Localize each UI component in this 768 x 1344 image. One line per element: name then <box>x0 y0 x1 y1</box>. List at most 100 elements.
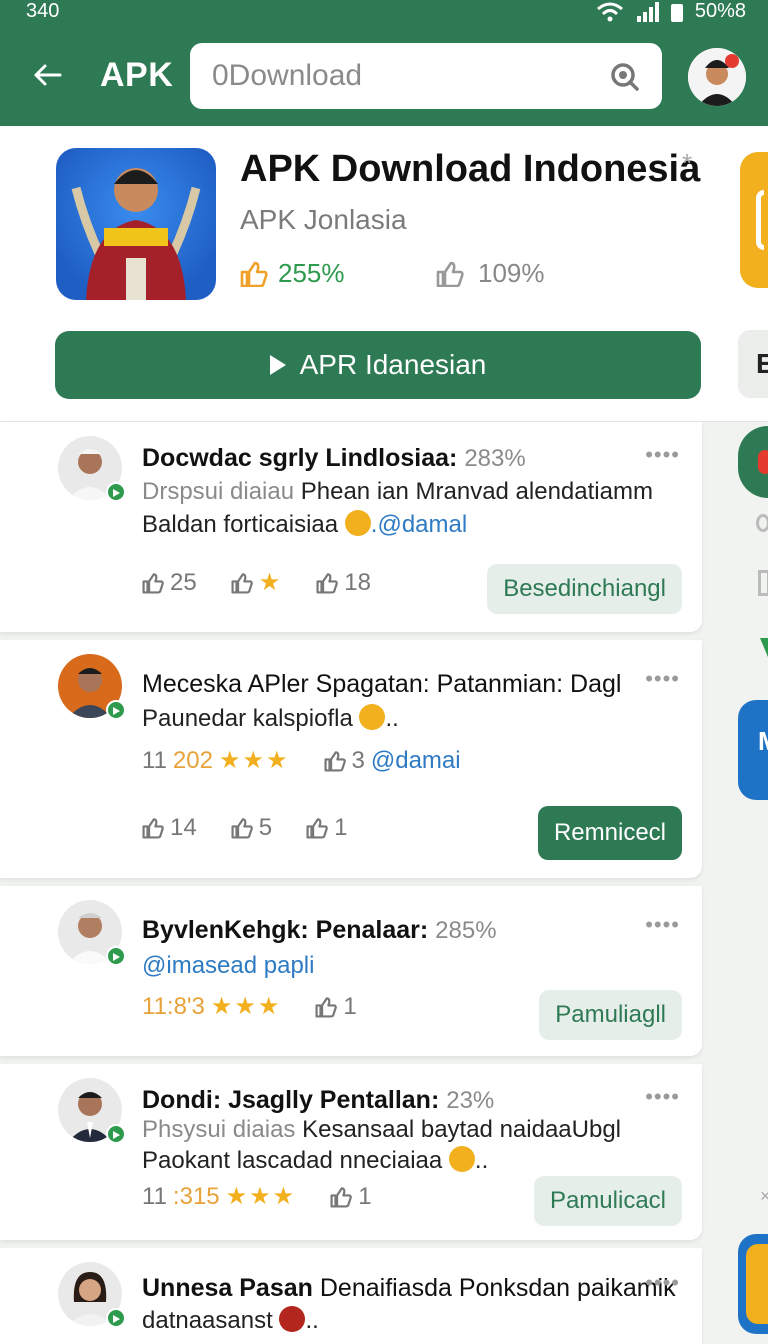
battery-icon <box>670 3 683 22</box>
star-rating-icons: ★★★ <box>210 993 282 1020</box>
star-rating-icons: ★★★ <box>225 1183 297 1210</box>
review-percent: 285% <box>435 917 497 944</box>
verified-badge-icon <box>106 700 126 720</box>
review-action-button[interactable]: Besedinchiangl <box>487 564 682 614</box>
reviewer-name: Dondi: Jsaglly Pentallan: <box>142 1086 440 1114</box>
emoji-icon <box>344 510 371 536</box>
more-options-icon[interactable]: •••• <box>645 1084 680 1110</box>
more-options-icon[interactable]: •••• <box>645 442 680 468</box>
dislike-reaction[interactable]: 18 <box>316 569 371 597</box>
review-action-button[interactable]: Pamuliagll <box>539 990 682 1040</box>
app-info-card: APK Download Indonesia * APK Jonlasia 25… <box>0 126 768 422</box>
thumbs-up-icon <box>306 818 328 839</box>
review-card: Meceska APler Spagatan: Patanmian: Dagl … <box>0 640 702 878</box>
rating-number: 11:8'3 ★★★ <box>142 992 282 1021</box>
peek-app-icon-blue-yellow[interactable] <box>738 1234 768 1334</box>
thumbs-up-icon <box>142 818 164 839</box>
review-header: Unnesa Pasan Denaifiasda Ponksdan paikam… <box>142 1274 676 1303</box>
review-percent: 283% <box>464 445 526 472</box>
status-icons: 50%8 <box>595 0 746 23</box>
peek-app-icon-yellow[interactable] <box>740 152 768 288</box>
reviewer-avatar[interactable] <box>58 900 126 966</box>
star-reaction[interactable]: ★ <box>231 568 283 597</box>
emoji-icon <box>279 1306 306 1332</box>
thumbs-up-outline-icon <box>436 261 464 287</box>
dislike-reaction[interactable]: 1 <box>315 993 357 1021</box>
review-rating-row: 11 202 ★★★ 3 @damai <box>142 746 461 775</box>
dislike-percent: 109% <box>478 258 545 288</box>
more-options-icon[interactable]: •••• <box>645 666 680 692</box>
profile-avatar[interactable] <box>688 48 746 106</box>
emoji-icon <box>359 704 386 730</box>
wifi-icon <box>596 2 623 21</box>
review-action-button[interactable]: Remnicecl <box>537 806 682 860</box>
search-input[interactable] <box>212 59 608 93</box>
review-header: ByvlenKehgk: Penalaar: 285% <box>142 916 497 945</box>
back-arrow-icon[interactable] <box>30 58 64 92</box>
review-header: Meceska APler Spagatan: Patanmian: Dagl <box>142 670 621 699</box>
reviewer-avatar[interactable] <box>58 436 126 502</box>
review-reactions: 25 ★ 18 <box>142 568 371 597</box>
mid-reaction[interactable]: 5 <box>231 814 272 842</box>
mention-link[interactable]: .@damal <box>371 511 467 538</box>
brand-title: APK <box>100 56 174 94</box>
app-subtitle: APK Jonlasia <box>240 204 407 235</box>
reply-count[interactable]: 3 @damai <box>323 747 461 775</box>
thumbs-up-icon <box>142 572 164 594</box>
app-title: APK Download Indonesia <box>240 148 701 190</box>
reviewer-avatar[interactable] <box>58 654 126 720</box>
reviewer-name: Unnesa Pasan <box>142 1274 313 1302</box>
rating-number: 11 :315 ★★★ <box>142 1182 297 1211</box>
review-text-line-2: Paokant lascadad nneciaiaa .. <box>142 1146 489 1174</box>
star-rating-icons: ★★★ <box>218 747 290 774</box>
peek-app-icon-green[interactable] <box>738 426 768 498</box>
more-options-icon[interactable]: •••• <box>645 1270 680 1296</box>
peek-document-icon <box>758 570 768 596</box>
review-card: Dondi: Jsaglly Pentallan: 23% •••• Phsys… <box>0 1064 702 1240</box>
dislike-reaction[interactable]: 1 <box>306 814 347 842</box>
review-text-line-2: datnaasanst .. <box>142 1306 319 1334</box>
peek-app-icon-blue[interactable]: M <box>738 700 768 800</box>
search-icon[interactable] <box>608 60 640 92</box>
status-bar: 340 50%8 <box>0 0 768 26</box>
review-text-line-1: Phsysui diaias Kesansaal baytad naidaaUb… <box>142 1116 621 1143</box>
reviewer-name: Docwdac sgrly Lindlosiaa: <box>142 444 458 472</box>
thumbs-up-icon <box>231 818 253 839</box>
top-app-bar: 340 50%8 APK <box>0 0 768 126</box>
signal-icon <box>636 1 659 22</box>
review-text-line-1: Drspsui diaiau Phean ian Mranvad alendat… <box>142 478 653 505</box>
favorite-star-icon[interactable]: * <box>682 148 692 179</box>
review-text-line-2: Paunedar kalspiofla .. <box>142 704 399 732</box>
search-bar[interactable] <box>190 43 662 109</box>
reviewer-name: Meceska APler Spagatan: Patanmian: Dagl <box>142 670 622 698</box>
install-button-label: APR Idanesian <box>299 349 487 380</box>
review-percent: 23% <box>446 1087 495 1114</box>
thumbs-up-icon <box>323 750 346 772</box>
review-action-button[interactable]: Pamulicacl <box>533 1176 682 1226</box>
like-reaction[interactable]: 25 <box>142 569 197 597</box>
review-rating-row: 11 :315 ★★★ 1 <box>142 1182 372 1211</box>
more-options-icon[interactable]: •••• <box>645 912 680 938</box>
review-card: Unnesa Pasan Denaifiasda Ponksdan paikam… <box>0 1248 702 1344</box>
mention-link[interactable]: @damai <box>371 747 461 775</box>
reviewer-avatar[interactable] <box>58 1262 126 1328</box>
app-icon[interactable] <box>56 148 216 300</box>
thumbs-up-icon <box>240 261 268 287</box>
install-button[interactable]: APR Idanesian <box>55 331 701 399</box>
mention-link[interactable]: @imasead papli <box>142 952 314 979</box>
peek-info-icon <box>756 514 768 532</box>
like-reaction[interactable]: 14 <box>142 814 197 842</box>
dislike-stat: 109% <box>436 258 545 289</box>
like-percent: 255% <box>278 258 345 288</box>
review-card: Docwdac sgrly Lindlosiaa: 283% •••• Drsp… <box>0 422 702 632</box>
dislike-reaction[interactable]: 1 <box>330 1183 372 1211</box>
status-time: 340 <box>26 0 60 22</box>
peek-button[interactable]: E <box>738 330 768 398</box>
review-text-line-1: @imasead papli <box>142 952 314 980</box>
peek-check-icon <box>760 638 768 662</box>
reviewer-avatar[interactable] <box>58 1078 126 1144</box>
review-header: Docwdac sgrly Lindlosiaa: 283% <box>142 444 526 473</box>
peek-close-icon[interactable]: × <box>760 1186 768 1207</box>
rating-number: 11 202 ★★★ <box>142 746 290 775</box>
star-icon: ★ <box>258 569 283 596</box>
